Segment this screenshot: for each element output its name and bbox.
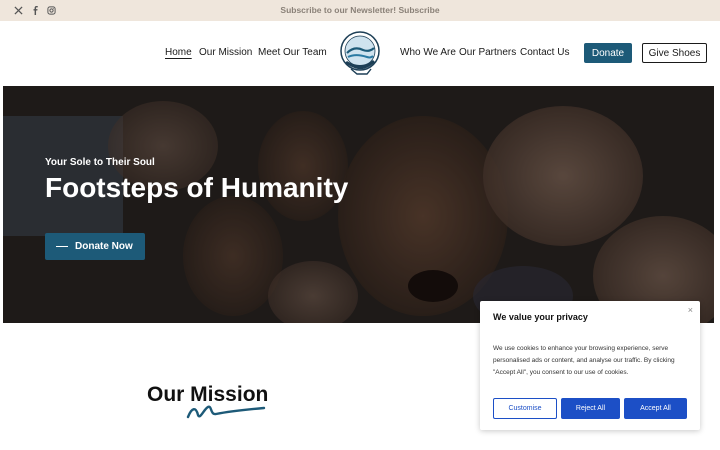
hero-title: Footsteps of Humanity [45,172,349,203]
nav-who-we-are[interactable]: Who We Are [400,47,456,58]
donate-button[interactable]: Donate [584,43,632,63]
cookie-description: We use cookies to enhance your browsing … [493,345,675,376]
nav-home[interactable]: Home [165,47,192,58]
reject-all-button[interactable]: Reject All [561,398,620,419]
dash-icon [56,246,68,247]
squiggle-underline-icon [186,405,266,419]
top-bar: Subscribe to our Newsletter! Subscribe [0,0,720,21]
site-logo[interactable] [337,29,383,77]
nav-our-mission[interactable]: Our Mission [199,47,252,58]
hero-banner [3,86,714,323]
cookie-title: We value your privacy [493,312,588,322]
nav-our-partners[interactable]: Our Partners [459,47,516,58]
newsletter-link[interactable]: Subscribe to our Newsletter! Subscribe [0,5,720,15]
nav-contact-us[interactable]: Contact Us [520,47,569,58]
nav-meet-our-team[interactable]: Meet Our Team [258,47,327,58]
donate-now-label: Donate Now [75,241,133,252]
give-shoes-button[interactable]: Give Shoes [642,43,707,63]
cookie-consent-banner: × We value your privacy We use cookies t… [480,301,700,430]
donate-now-button[interactable]: Donate Now [45,233,145,260]
hero-tagline: Your Sole to Their Soul [45,157,155,168]
accept-all-button[interactable]: Accept All [624,398,687,419]
close-icon[interactable]: × [688,305,693,315]
customise-button[interactable]: Customise [493,398,557,419]
